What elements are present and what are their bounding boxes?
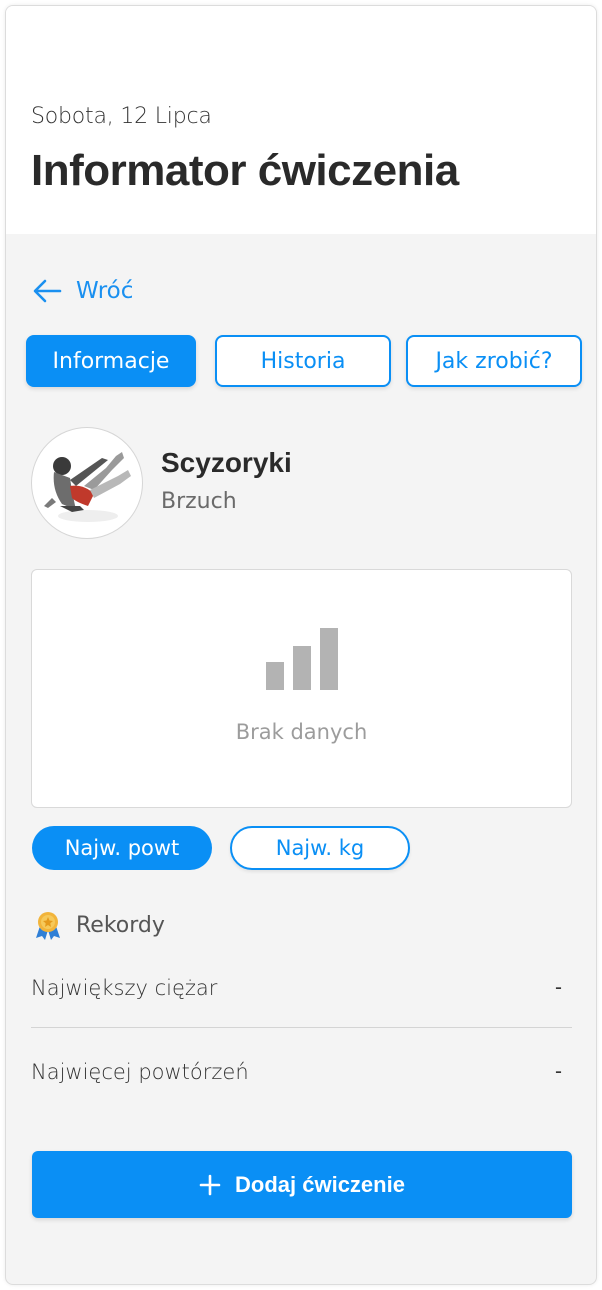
app-screen: Sobota, 12 Lipca Informator ćwiczenia Wr… bbox=[5, 5, 597, 1285]
tab-jak-zrobic[interactable]: Jak zrobić? bbox=[406, 335, 582, 387]
empty-state-text: Brak danych bbox=[235, 720, 368, 744]
tab-historia[interactable]: Historia bbox=[215, 335, 391, 387]
muscle-group: Brzuch bbox=[161, 489, 237, 514]
chart-area: Brak danych bbox=[31, 569, 572, 808]
add-exercise-label: Dodaj ćwiczenie bbox=[235, 1171, 405, 1197]
record-label: Największy ciężar bbox=[31, 976, 218, 1000]
page-title: Informator ćwiczenia bbox=[31, 146, 459, 195]
record-value: - bbox=[555, 976, 562, 999]
back-button[interactable]: Wróć bbox=[32, 278, 133, 304]
record-row-max-weight: Największy ciężar - bbox=[31, 968, 572, 1008]
page-header: Sobota, 12 Lipca Informator ćwiczenia bbox=[6, 6, 596, 234]
arrow-left-icon bbox=[33, 279, 62, 303]
bar-chart-icon bbox=[266, 628, 338, 690]
record-value: - bbox=[555, 1060, 562, 1083]
toggle-max-kg[interactable]: Najw. kg bbox=[230, 826, 410, 870]
exercise-name: Scyzoryki bbox=[161, 447, 292, 478]
tab-informacje[interactable]: Informacje bbox=[26, 335, 196, 387]
plus-icon bbox=[199, 1174, 221, 1195]
record-row-max-reps: Najwięcej powtórzeń - bbox=[31, 1052, 572, 1092]
add-exercise-button[interactable]: Dodaj ćwiczenie bbox=[32, 1151, 572, 1218]
current-date: Sobota, 12 Lipca bbox=[31, 104, 212, 129]
medal-icon bbox=[36, 912, 60, 940]
records-header: Rekordy bbox=[34, 910, 165, 940]
divider bbox=[31, 1027, 572, 1028]
toggle-max-reps[interactable]: Najw. powt bbox=[32, 826, 212, 870]
record-label: Najwięcej powtórzeń bbox=[31, 1060, 249, 1084]
back-label: Wróć bbox=[76, 278, 134, 304]
records-title: Rekordy bbox=[76, 912, 165, 938]
exercise-image bbox=[31, 427, 143, 539]
